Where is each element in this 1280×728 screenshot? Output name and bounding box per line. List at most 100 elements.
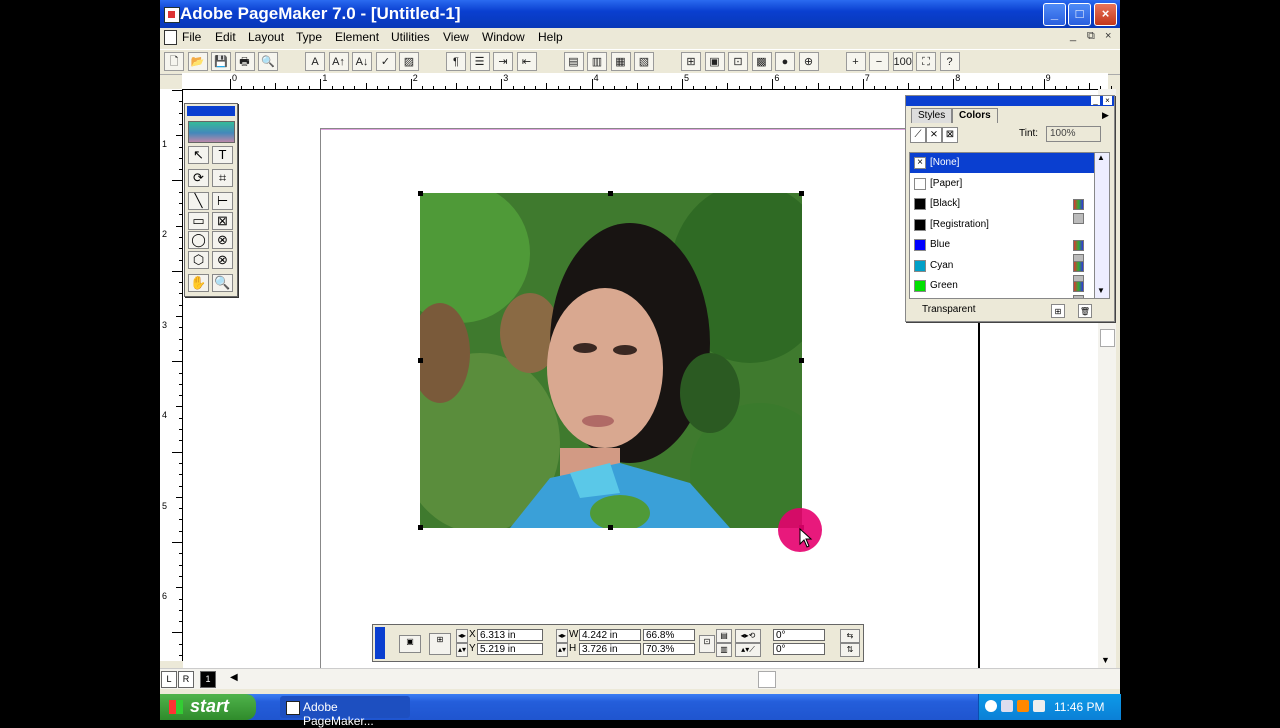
help-icon[interactable]: ?	[939, 52, 960, 71]
actual-size-icon[interactable]: 100	[892, 52, 913, 71]
tool-hand[interactable]: ✋	[188, 274, 209, 292]
selection-handle[interactable]	[418, 525, 423, 530]
menu-utilities[interactable]: Utilities	[391, 30, 430, 44]
printer-resolution-icon[interactable]: ▤	[716, 629, 732, 643]
tool-text[interactable]: T	[212, 146, 233, 164]
menu-file[interactable]: File	[182, 30, 201, 44]
menu-help[interactable]: Help	[538, 30, 563, 44]
menu-edit[interactable]: Edit	[215, 30, 236, 44]
mdi-close-button[interactable]: ×	[1105, 30, 1111, 42]
new-color-icon[interactable]: ⊞	[1051, 304, 1065, 318]
outdent-icon[interactable]: ⇤	[516, 52, 537, 71]
zoom-out-icon[interactable]: −	[869, 52, 889, 71]
color-list-scrollbar[interactable]: ▲ ▼	[1094, 152, 1110, 299]
print-icon[interactable]: 🖶	[234, 52, 255, 71]
tab-styles[interactable]: Styles	[911, 108, 953, 123]
apply-button[interactable]: ▣	[399, 635, 421, 653]
type-A-icon[interactable]: A	[305, 52, 325, 71]
document-icon[interactable]	[164, 30, 177, 45]
horizontal-ruler[interactable]: 0 1 2 3 4 5 6 7 8 9	[182, 73, 1113, 90]
tool-polygon-frame[interactable]: ⊗	[212, 251, 233, 269]
scroll-left-arrow-icon[interactable]: ◀	[230, 672, 238, 683]
horizontal-scrollbar[interactable]: L R 1 ◀	[160, 668, 1120, 689]
horizontal-scroll-thumb[interactable]	[758, 671, 776, 688]
menu-element[interactable]: Element	[335, 30, 379, 44]
control-palette[interactable]: ▣ ⊞ ◂▸ ▴▾ X Y 6.313 in 5.219 in ◂▸ ▴▾ W …	[372, 624, 864, 662]
mdi-restore-button[interactable]: ⧉	[1087, 30, 1095, 43]
tool-rectangle-frame[interactable]: ⊠	[212, 212, 233, 230]
tool-rectangle[interactable]: ▭	[188, 212, 209, 230]
scroll-down-arrow-icon[interactable]: ▼	[1101, 655, 1110, 665]
taskbar-pagemaker-button[interactable]: Adobe PageMaker...	[280, 696, 410, 728]
fill-icon[interactable]: ▨	[399, 52, 419, 71]
scroll-down-arrow-icon[interactable]: ▼	[1097, 286, 1105, 295]
right-master-page-tab[interactable]: R	[178, 671, 194, 688]
skew-icon[interactable]: ▴▾⟋	[735, 643, 761, 657]
left-master-page-tab[interactable]: L	[161, 671, 177, 688]
selection-handle[interactable]	[608, 525, 613, 530]
indent-icon[interactable]: ⇥	[493, 52, 513, 71]
tool-rotate[interactable]: ⟳	[188, 169, 209, 187]
save-icon[interactable]: 💾	[211, 52, 231, 71]
nudge-y-icon[interactable]: ▴▾	[456, 643, 468, 657]
nudge-w-icon[interactable]: ◂▸	[556, 629, 568, 643]
paragraph-icon[interactable]: ¶	[446, 52, 466, 71]
styles-icon[interactable]: ▤	[563, 52, 584, 71]
tool-ellipse[interactable]: ◯	[188, 231, 209, 249]
tab-colors[interactable]: Colors	[952, 108, 998, 123]
selection-handle[interactable]	[799, 358, 804, 363]
toolbox-title-bar[interactable]	[187, 106, 235, 116]
palette-menu-arrow-icon[interactable]: ▶	[1102, 110, 1109, 121]
zoom-in-icon[interactable]: +	[845, 52, 866, 71]
placed-photo[interactable]	[420, 193, 802, 528]
tool-constrained-line[interactable]: ⊢	[212, 192, 233, 210]
network-icon[interactable]	[985, 700, 997, 712]
tint-dropdown[interactable]: 100%	[1046, 126, 1101, 142]
close-button[interactable]: ×	[1094, 3, 1117, 26]
color-row[interactable]: [Registration]	[910, 215, 1095, 235]
selection-handle[interactable]	[799, 191, 804, 196]
hyperlink-icon[interactable]: ⊕	[798, 52, 819, 71]
proportional-scaling-icon[interactable]: ⊡	[699, 635, 715, 653]
x-position-field[interactable]: 6.313 in	[477, 629, 543, 641]
palette-close-button[interactable]: ×	[1103, 96, 1112, 105]
monitor-icon[interactable]	[1001, 700, 1013, 712]
color-row[interactable]: × [None]	[910, 153, 1095, 173]
crop-icon[interactable]: ⊡	[728, 52, 748, 71]
control-palette-title-bar[interactable]	[375, 627, 385, 659]
menu-window[interactable]: Window	[482, 30, 525, 44]
fill-button[interactable]: ⨯	[926, 127, 942, 143]
vertical-ruler[interactable]: 1 2 3 4 5 6	[160, 89, 183, 661]
picture-icon[interactable]: ▩	[751, 52, 772, 71]
color-row[interactable]: Cyan	[910, 256, 1095, 286]
toolbox-palette[interactable]: ↖ T ⟳ ⌗ ╲ ⊢ ▭ ⊠ ◯ ⊗ ⬡ ⊗ ✋ 🔍	[184, 103, 238, 297]
mdi-minimize-button[interactable]: _	[1070, 30, 1076, 42]
tool-zoom[interactable]: 🔍	[212, 274, 233, 292]
vertical-scroll-thumb[interactable]	[1100, 329, 1115, 347]
tool-arrow[interactable]: ↖	[188, 146, 209, 164]
color-row[interactable]: Green	[910, 276, 1095, 298]
colors-icon[interactable]: ▥	[587, 52, 607, 71]
volume-icon[interactable]	[1033, 700, 1045, 712]
open-icon[interactable]: 📂	[187, 52, 208, 71]
color-row[interactable]: [Paper]	[910, 174, 1095, 194]
flip-horizontal-icon[interactable]: ⇆	[840, 629, 860, 643]
scale-height-field[interactable]: 70.3%	[643, 643, 695, 655]
start-button[interactable]: start	[160, 694, 256, 720]
globe-icon[interactable]: ●	[775, 52, 795, 71]
tool-line[interactable]: ╲	[188, 192, 209, 210]
control-palette-icon[interactable]: ▦	[610, 52, 631, 71]
flip-vertical-icon[interactable]: ⇅	[840, 643, 860, 657]
plugin-icon[interactable]: ⊞	[681, 52, 701, 71]
color-row[interactable]: Blue	[910, 235, 1095, 265]
rotation-field[interactable]: 0°	[773, 629, 825, 641]
menu-layout[interactable]: Layout	[248, 30, 284, 44]
width-field[interactable]: 4.242 in	[579, 629, 641, 641]
spell-icon[interactable]: ✓	[375, 52, 396, 71]
height-field[interactable]: 3.726 in	[579, 643, 641, 655]
colors-palette[interactable]: _ × Styles Colors ▶ ⟋ ⨯ ⊠ Tint: 100% × [N…	[905, 95, 1115, 322]
reference-point-proxy[interactable]: ⊞	[429, 633, 451, 655]
tool-crop[interactable]: ⌗	[212, 169, 233, 187]
trash-icon[interactable]: 🗑	[1078, 304, 1092, 318]
crop-mode-icon[interactable]: ▥	[716, 643, 732, 657]
